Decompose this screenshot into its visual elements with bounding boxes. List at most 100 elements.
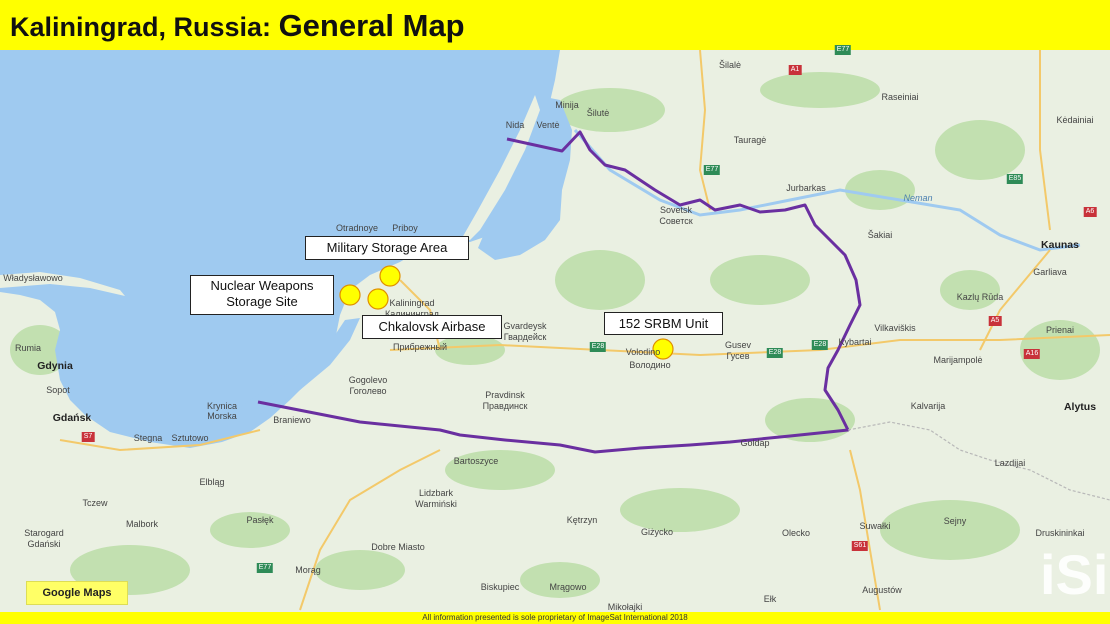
- place-label: Władysławowo: [3, 273, 63, 283]
- place-label: Sejny: [943, 516, 967, 526]
- place-label: Ełk: [763, 594, 777, 604]
- road-shield: S7: [81, 432, 95, 442]
- place-label: Kėdainiai: [1056, 115, 1094, 125]
- place-label: Braniewo: [273, 415, 311, 425]
- road-shield: A6: [1083, 207, 1097, 217]
- title-prefix: Kaliningrad, Russia:: [10, 12, 279, 42]
- place-label: Bartoszyce: [453, 456, 499, 466]
- place-label: Tauragė: [733, 135, 767, 145]
- place-label: Kalvarija: [910, 401, 946, 411]
- road-shield: E77: [834, 45, 852, 55]
- place-label: Прибрежный: [392, 342, 448, 352]
- place-label: Sztutowo: [171, 433, 209, 443]
- place-label: Giżycko: [640, 527, 674, 537]
- road-shield: E28: [811, 340, 829, 350]
- road-shield: E77: [256, 563, 274, 573]
- place-label: Šakiai: [867, 230, 893, 240]
- place-label: Suwałki: [859, 521, 891, 531]
- place-label: Vilkaviškis: [874, 323, 916, 333]
- place-label: Sopot: [46, 385, 70, 395]
- place-label: Volodino: [625, 347, 661, 357]
- place-label: Nida: [505, 120, 525, 130]
- road-shield: S61: [851, 541, 869, 551]
- place-label: Lidzbark: [418, 488, 454, 498]
- place-label: Šilutė: [586, 108, 610, 118]
- place-label: Gogolevo: [348, 375, 388, 385]
- callout-nuclear-line2: Storage Site: [226, 294, 298, 309]
- place-label: Gdański: [27, 539, 61, 549]
- place-label: Gusev: [724, 340, 752, 350]
- footer-notice: All information presented is sole propri…: [0, 612, 1110, 624]
- place-label: Olecko: [781, 528, 811, 538]
- place-label: Pravdinsk: [485, 390, 525, 400]
- place-label: Sovetsk: [659, 205, 693, 215]
- place-label: Володино: [629, 360, 671, 370]
- place-label: Kętrzyn: [566, 515, 598, 525]
- place-label: Neman: [903, 193, 933, 203]
- place-label: Stegna: [133, 433, 163, 443]
- place-label: Raseiniai: [881, 92, 919, 102]
- place-label: Priboy: [392, 223, 418, 233]
- place-label: Советск: [659, 216, 693, 226]
- road-shield: E28: [589, 342, 607, 352]
- place-label: Jurbarkas: [786, 183, 826, 193]
- place-label: Garliava: [1033, 267, 1067, 277]
- place-label: Kaliningrad: [389, 298, 435, 308]
- place-label: Ventė: [536, 120, 560, 130]
- place-label: Morąg: [295, 565, 321, 575]
- place-label: Pasłęk: [246, 515, 274, 525]
- military-storage-marker[interactable]: [379, 265, 401, 287]
- place-label: Mrągowo: [549, 582, 587, 592]
- place-label: Goldap: [740, 438, 770, 448]
- place-label: Rumia: [14, 343, 42, 353]
- road-shield: A5: [988, 316, 1002, 326]
- place-label: Marijampolė: [933, 355, 983, 365]
- map-canvas: [0, 50, 1110, 611]
- road-shield: E85: [1006, 174, 1024, 184]
- place-label: Kaunas: [1041, 239, 1079, 251]
- place-label: Šilalė: [718, 60, 742, 70]
- place-label: Malbork: [125, 519, 159, 529]
- place-label: Druskininkai: [1035, 528, 1085, 538]
- road-shield: E77: [703, 165, 721, 175]
- place-label: Гвардейск: [503, 332, 547, 342]
- place-label: Warmiński: [415, 499, 457, 509]
- callout-airbase: Chkalovsk Airbase: [362, 315, 502, 339]
- google-maps-attribution: Google Maps: [26, 581, 128, 605]
- page-title: Kaliningrad, Russia: General Map: [10, 8, 465, 44]
- place-label: Tczew: [82, 498, 108, 508]
- place-label: Krynica: [206, 401, 238, 411]
- place-label: Гоголево: [349, 386, 387, 396]
- place-label: Minija: [555, 100, 579, 110]
- place-label: Gdańsk: [52, 412, 92, 424]
- place-label: Elbląg: [199, 477, 225, 487]
- place-label: Mikołajki: [607, 602, 643, 612]
- place-label: Morska: [207, 411, 237, 421]
- place-label: Kybartai: [838, 337, 872, 347]
- callout-nuclear-weapons: Nuclear Weapons Storage Site: [190, 275, 334, 315]
- callout-srbm: 152 SRBM Unit: [604, 312, 723, 335]
- place-label: Gdynia: [37, 360, 73, 372]
- nuclear-site-marker[interactable]: [339, 284, 361, 306]
- callout-nuclear-line1: Nuclear Weapons: [210, 278, 314, 293]
- place-label: Kazlų Rūda: [956, 292, 1004, 302]
- national-border: [847, 421, 1110, 501]
- place-label: Alytus: [1063, 401, 1097, 413]
- road-shield: A16: [1023, 349, 1041, 359]
- map[interactable]: Šilalė Raseiniai Kėdainiai Šilutė Minija…: [0, 45, 1110, 612]
- place-label: Dobre Miasto: [371, 542, 425, 552]
- place-label: Lazdijai: [994, 458, 1026, 468]
- airbase-marker[interactable]: [367, 288, 389, 310]
- title-main: General Map: [278, 8, 465, 43]
- road-shield: E28: [766, 348, 784, 358]
- place-label: Augustów: [862, 585, 902, 595]
- place-label: Otradnoye: [335, 223, 379, 233]
- isi-logo: iSi: [1040, 543, 1109, 606]
- place-label: Gvardeysk: [503, 321, 547, 331]
- place-label: Правдинск: [482, 401, 528, 411]
- place-label: Prienai: [1045, 325, 1075, 335]
- title-banner: Kaliningrad, Russia: General Map: [0, 0, 1110, 50]
- place-label: Starogard: [24, 528, 64, 538]
- road-shield: A1: [788, 65, 802, 75]
- callout-military-storage: Military Storage Area: [305, 236, 469, 260]
